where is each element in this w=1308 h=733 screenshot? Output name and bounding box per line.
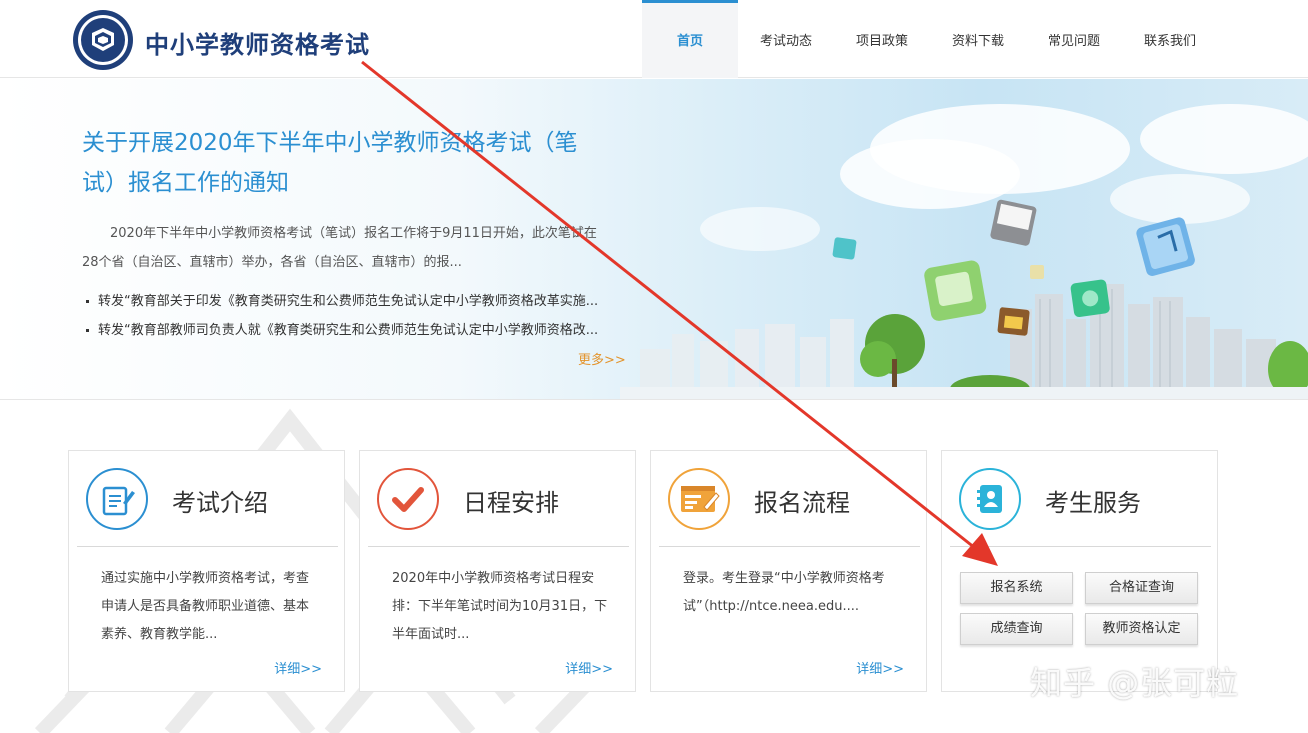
card-title[interactable]: 日程安排	[463, 483, 559, 518]
news-list: 转发“教育部关于印发《教育类研究生和公费师范生免试认定中小学教师资格改革实施..…	[86, 287, 646, 345]
card-title[interactable]: 考生服务	[1045, 483, 1141, 518]
news-item[interactable]: 转发“教育部教师司负责人就《教育类研究生和公费师范生免试认定中小学教师资格改..…	[86, 316, 646, 345]
bullet-icon	[86, 329, 89, 332]
card-icon-ring	[668, 468, 730, 530]
card-icon-ring	[86, 468, 148, 530]
news-more-link[interactable]: 更多>>	[578, 349, 626, 368]
card-divider	[950, 546, 1211, 547]
nav-item-policy[interactable]: 项目政策	[834, 0, 930, 78]
score-query-button[interactable]: 成绩查询	[960, 613, 1073, 645]
news-item-text: 转发“教育部教师司负责人就《教育类研究生和公费师范生免试认定中小学教师资格改..…	[98, 323, 599, 338]
card-more-link[interactable]: 详细>>	[274, 658, 322, 677]
card-more-link[interactable]: 详细>>	[856, 658, 904, 677]
card-more-link[interactable]: 详细>>	[565, 658, 613, 677]
document-pen-icon	[93, 475, 141, 523]
card-description: 通过实施中小学教师资格考试，考查申请人是否具备教师职业道德、基本素养、教育教学能…	[101, 571, 310, 642]
card-schedule: 日程安排 2020年中小学教师资格考试日程安排：下半年笔试时间为10月31日，下…	[359, 450, 636, 692]
news-item[interactable]: 转发“教育部关于印发《教育类研究生和公费师范生免试认定中小学教师资格改革实施..…	[86, 287, 646, 316]
site-header: 中小学教师资格考试 首页 考试动态 项目政策 资料下载 常见问题 联系我们	[0, 0, 1308, 78]
nav-item-exam-news[interactable]: 考试动态	[738, 0, 834, 78]
card-divider	[659, 546, 920, 547]
card-divider	[368, 546, 629, 547]
contact-card-icon	[966, 475, 1014, 523]
card-candidate-services: 考生服务 报名系统 合格证查询 成绩查询 教师资格认定	[941, 450, 1218, 692]
card-icon-ring	[377, 468, 439, 530]
main-nav: 首页 考试动态 项目政策 资料下载 常见问题 联系我们	[642, 0, 1218, 78]
card-registration-process: 报名流程 登录。考生登录“中小学教师资格考试”（http://ntce.neea…	[650, 450, 927, 692]
card-description: 登录。考生登录“中小学教师资格考试”（http://ntce.neea.edu.…	[683, 571, 885, 614]
checkmark-icon	[384, 475, 432, 523]
site-title[interactable]: 中小学教师资格考试	[145, 25, 370, 60]
certificate-query-button[interactable]: 合格证查询	[1085, 572, 1198, 604]
card-divider	[77, 546, 338, 547]
registration-system-button[interactable]: 报名系统	[960, 572, 1073, 604]
teacher-certification-button[interactable]: 教师资格认定	[1085, 613, 1198, 645]
bullet-icon	[86, 300, 89, 303]
card-icon-ring	[959, 468, 1021, 530]
nav-item-faq[interactable]: 常见问题	[1026, 0, 1122, 78]
zhihu-watermark: 知乎 @张可粒	[1030, 664, 1240, 702]
nav-item-home[interactable]: 首页	[642, 0, 738, 78]
news-item-text: 转发“教育部关于印发《教育类研究生和公费师范生免试认定中小学教师资格改革实施..…	[98, 294, 599, 309]
card-title[interactable]: 考试介绍	[172, 483, 268, 518]
featured-news-summary: 2020年下半年中小学教师资格考试（笔试）报名工作将于9月11日开始，此次笔试在…	[82, 226, 597, 270]
featured-news-title[interactable]: 关于开展2020年下半年中小学教师资格考试（笔试）报名工作的通知	[82, 123, 612, 203]
hero-banner: 关于开展2020年下半年中小学教师资格考试（笔试）报名工作的通知 2020年下半…	[0, 79, 1308, 399]
nav-item-contact[interactable]: 联系我们	[1122, 0, 1218, 78]
card-exam-intro: 考试介绍 通过实施中小学教师资格考试，考查申请人是否具备教师职业道德、基本素养、…	[68, 450, 345, 692]
nav-item-downloads[interactable]: 资料下载	[930, 0, 1026, 78]
card-title[interactable]: 报名流程	[754, 483, 850, 518]
browser-form-icon	[675, 475, 723, 523]
ntce-logo-icon[interactable]	[72, 9, 134, 71]
card-description: 2020年中小学教师资格考试日程安排：下半年笔试时间为10月31日，下半年面试时…	[392, 571, 608, 642]
